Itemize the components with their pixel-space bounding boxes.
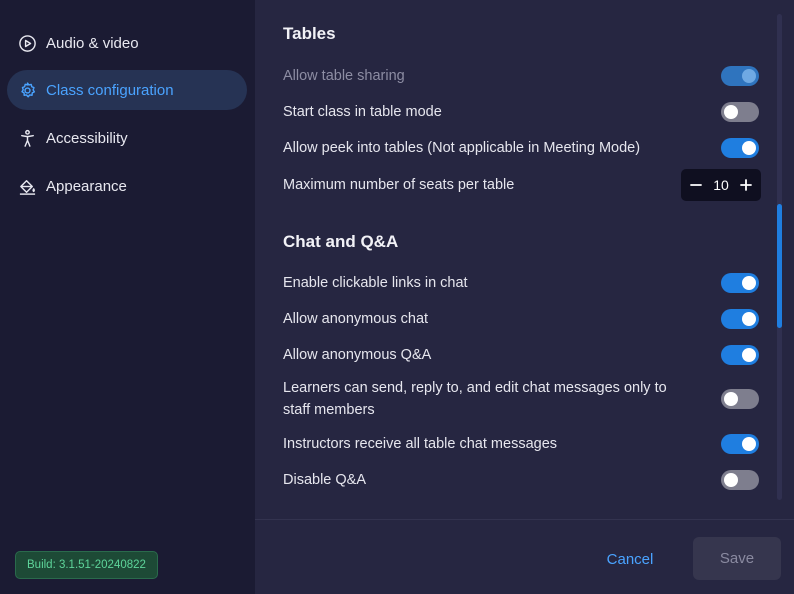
sidebar-item-label: Class configuration bbox=[46, 81, 174, 99]
play-circle-icon bbox=[17, 33, 37, 53]
setting-row-anonymous-chat: Allow anonymous chat bbox=[283, 308, 759, 330]
start-class-table-mode-toggle[interactable] bbox=[721, 102, 759, 122]
setting-row-max-seats: Maximum number of seats per table 10 bbox=[283, 169, 761, 201]
sidebar-item-label: Accessibility bbox=[46, 129, 128, 147]
allow-table-sharing-toggle[interactable] bbox=[721, 66, 759, 86]
minus-icon[interactable] bbox=[689, 178, 703, 192]
anonymous-qa-toggle[interactable] bbox=[721, 345, 759, 365]
setting-label: Allow anonymous chat bbox=[283, 311, 429, 327]
learners-staff-only-toggle[interactable] bbox=[721, 389, 759, 409]
setting-row-allow-table-sharing: Allow table sharing bbox=[283, 65, 759, 87]
setting-row-allow-peek: Allow peek into tables (Not applicable i… bbox=[283, 137, 759, 159]
disable-qa-toggle[interactable] bbox=[721, 470, 759, 490]
section-title-tables: Tables bbox=[283, 24, 336, 43]
sidebar-item-accessibility[interactable]: Accessibility bbox=[7, 118, 247, 158]
setting-row-learners-staff-only: Learners can send, reply to, and edit ch… bbox=[283, 377, 759, 421]
build-version-badge: Build: 3.1.51-20240822 bbox=[15, 551, 158, 579]
sidebar-item-class-configuration[interactable]: Class configuration bbox=[7, 70, 247, 110]
scrollbar-thumb[interactable] bbox=[777, 204, 782, 328]
sidebar-item-audio-video[interactable]: Audio & video bbox=[7, 23, 247, 63]
max-seats-value: 10 bbox=[713, 177, 729, 193]
settings-scrollbar[interactable] bbox=[777, 14, 782, 500]
settings-sidebar: Audio & video Class configuration Access… bbox=[0, 0, 255, 594]
accessibility-person-icon bbox=[17, 128, 37, 148]
section-title-chat: Chat and Q&A bbox=[283, 232, 399, 251]
clickable-links-toggle[interactable] bbox=[721, 273, 759, 293]
sidebar-item-appearance[interactable]: Appearance bbox=[7, 166, 247, 206]
setting-row-disable-qa: Disable Q&A bbox=[283, 469, 759, 491]
setting-label: Allow table sharing bbox=[283, 68, 405, 84]
setting-label: Start class in table mode bbox=[283, 104, 442, 120]
sidebar-item-label: Appearance bbox=[46, 177, 127, 195]
max-seats-stepper[interactable]: 10 bbox=[681, 169, 761, 201]
setting-label: Allow peek into tables (Not applicable i… bbox=[283, 140, 641, 156]
save-button[interactable]: Save bbox=[693, 537, 781, 580]
allow-peek-toggle[interactable] bbox=[721, 138, 759, 158]
cancel-button[interactable]: Cancel bbox=[593, 545, 667, 573]
setting-label: Learners can send, reply to, and edit ch… bbox=[283, 380, 667, 418]
footer-divider bbox=[255, 519, 794, 520]
paint-bucket-icon bbox=[17, 176, 37, 196]
setting-label: Disable Q&A bbox=[283, 472, 367, 488]
setting-label: Enable clickable links in chat bbox=[283, 275, 468, 291]
setting-label: Allow anonymous Q&A bbox=[283, 347, 432, 363]
plus-icon[interactable] bbox=[739, 178, 753, 192]
setting-row-anonymous-qa: Allow anonymous Q&A bbox=[283, 344, 759, 366]
setting-label: Maximum number of seats per table bbox=[283, 177, 515, 193]
anonymous-chat-toggle[interactable] bbox=[721, 309, 759, 329]
setting-row-start-class-table-mode: Start class in table mode bbox=[283, 101, 759, 123]
instructors-receive-toggle[interactable] bbox=[721, 434, 759, 454]
gear-icon bbox=[17, 80, 37, 100]
setting-row-clickable-links: Enable clickable links in chat bbox=[283, 272, 759, 294]
setting-row-instructors-receive: Instructors receive all table chat messa… bbox=[283, 433, 759, 455]
setting-label: Instructors receive all table chat messa… bbox=[283, 436, 558, 452]
settings-content: Tables Allow table sharing Start class i… bbox=[255, 0, 794, 594]
sidebar-item-label: Audio & video bbox=[46, 34, 139, 52]
